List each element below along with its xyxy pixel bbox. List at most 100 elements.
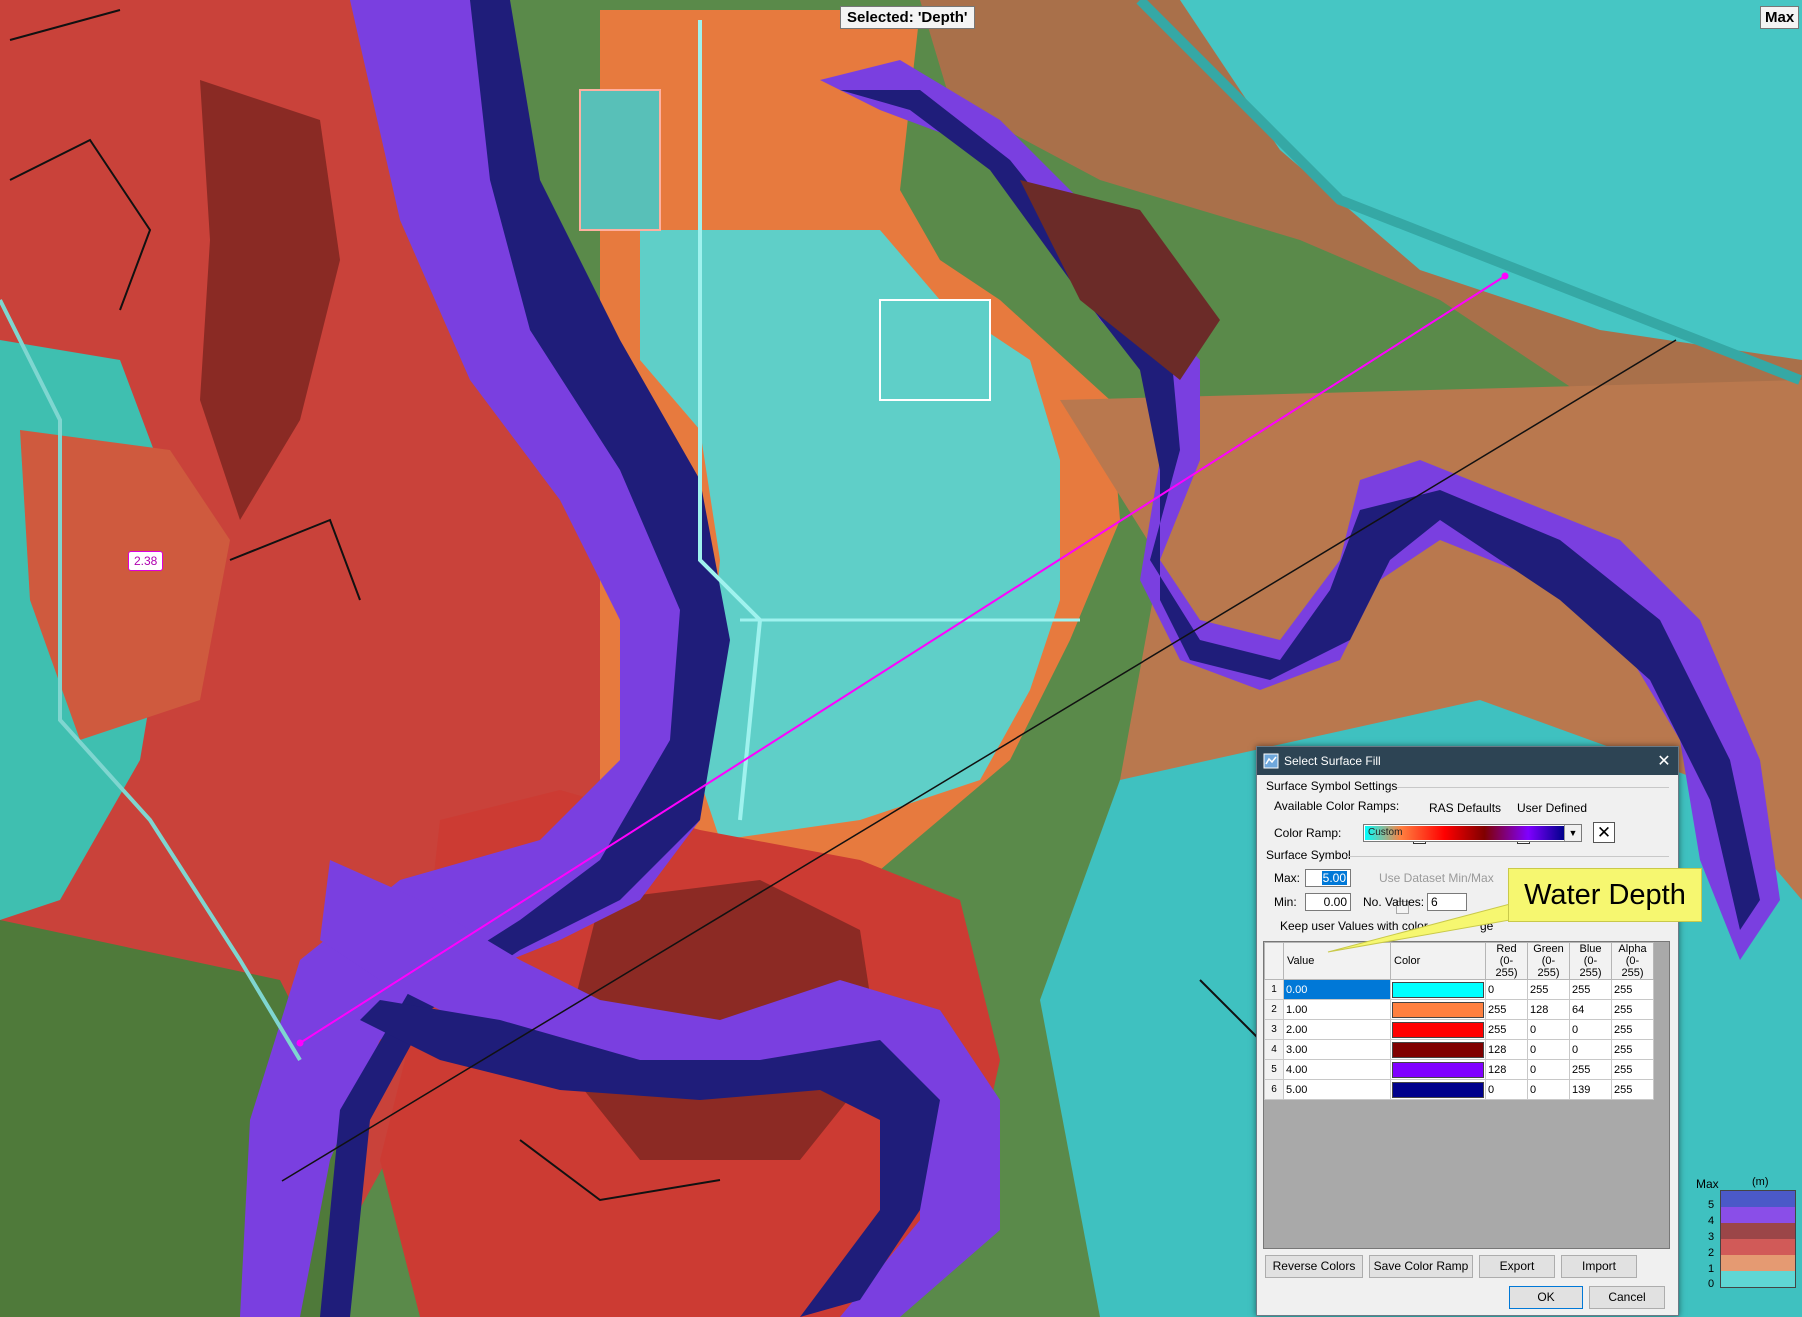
grid-corner (1264, 942, 1284, 980)
legend-band-2 (1721, 1239, 1795, 1255)
color-cell[interactable] (1390, 1019, 1486, 1040)
blue-cell[interactable]: 64 (1569, 999, 1612, 1020)
color-swatch[interactable] (1392, 1001, 1484, 1018)
color-swatch[interactable] (1392, 981, 1484, 998)
row-number: 5 (1264, 1059, 1284, 1080)
color-cell[interactable] (1390, 1059, 1486, 1080)
dialog-titlebar[interactable]: Select Surface Fill ✕ (1257, 747, 1678, 775)
color-swatch[interactable] (1392, 1021, 1484, 1038)
table-row[interactable]: 1 0.00 0 255 255 255 (1264, 979, 1654, 1000)
alpha-cell[interactable]: 255 (1611, 999, 1654, 1020)
color-cell[interactable] (1390, 1039, 1486, 1060)
selected-layer-label: Selected: 'Depth' (840, 6, 975, 29)
color-ramp-label: Color Ramp: (1274, 826, 1342, 840)
red-cell[interactable]: 255 (1485, 1019, 1528, 1040)
legend-tick-4: 4 (1708, 1215, 1715, 1227)
alpha-cell[interactable]: 255 (1611, 979, 1654, 1000)
color-cell[interactable] (1390, 979, 1486, 1000)
table-row[interactable]: 5 4.00 128 0 255 255 (1264, 1059, 1654, 1080)
green-cell[interactable]: 0 (1527, 1039, 1570, 1060)
red-cell[interactable]: 128 (1485, 1059, 1528, 1080)
table-row[interactable]: 2 1.00 255 128 64 255 (1264, 999, 1654, 1020)
legend-band-5 (1721, 1191, 1795, 1207)
dialog-title: Select Surface Fill (1284, 754, 1381, 768)
header-blue: Blue (0-255) (1569, 942, 1612, 980)
alpha-cell[interactable]: 255 (1611, 1039, 1654, 1060)
legend-band-4 (1721, 1207, 1795, 1223)
callout-pointer (1327, 903, 1511, 953)
blue-cell[interactable]: 0 (1569, 1039, 1612, 1060)
legend-tick-1: 1 (1708, 1263, 1715, 1275)
legend-tick-0: 0 (1708, 1278, 1715, 1290)
value-cell[interactable]: 1.00 (1283, 999, 1391, 1020)
color-cell[interactable] (1390, 1079, 1486, 1100)
table-row[interactable]: 6 5.00 0 0 139 255 (1264, 1079, 1654, 1100)
ras-app-icon (1263, 753, 1279, 769)
available-ramps-label: Available Color Ramps: (1274, 799, 1400, 813)
color-swatch[interactable] (1392, 1081, 1484, 1098)
legend-color-bar (1720, 1190, 1796, 1288)
row-number: 6 (1264, 1079, 1284, 1100)
color-cell[interactable] (1390, 999, 1486, 1020)
red-cell[interactable]: 0 (1485, 1079, 1528, 1100)
alpha-cell[interactable]: 255 (1611, 1019, 1654, 1040)
value-cell[interactable]: 4.00 (1283, 1059, 1391, 1080)
max-value-input[interactable]: 5.00 (1305, 869, 1351, 887)
green-cell[interactable]: 0 (1527, 1079, 1570, 1100)
export-button[interactable]: Export (1479, 1255, 1555, 1278)
cancel-button[interactable]: Cancel (1589, 1286, 1665, 1309)
alpha-cell[interactable]: 255 (1611, 1079, 1654, 1100)
green-cell[interactable]: 255 (1527, 979, 1570, 1000)
legend-tick-2: 2 (1708, 1247, 1715, 1259)
import-button[interactable]: Import (1561, 1255, 1637, 1278)
value-cell[interactable]: 5.00 (1283, 1079, 1391, 1100)
close-icon[interactable]: ✕ (1650, 751, 1678, 771)
legend-tick-3: 3 (1708, 1231, 1715, 1243)
header-alpha: Alpha (0-255) (1611, 942, 1654, 980)
red-cell[interactable]: 128 (1485, 1039, 1528, 1060)
legend-title: Max (1696, 1177, 1719, 1191)
green-cell[interactable]: 0 (1527, 1019, 1570, 1040)
ok-button[interactable]: OK (1509, 1286, 1583, 1309)
red-cell[interactable]: 0 (1485, 979, 1528, 1000)
color-swatch[interactable] (1392, 1061, 1484, 1078)
table-row[interactable]: 3 2.00 255 0 0 255 (1264, 1019, 1654, 1040)
value-cell[interactable]: 2.00 (1283, 1019, 1391, 1040)
clear-ramp-icon[interactable]: ✕ (1593, 822, 1615, 843)
max-value-text: 5.00 (1321, 871, 1347, 885)
legend-tick-5: 5 (1708, 1199, 1715, 1211)
color-ramp-select[interactable]: Custom ▼ (1363, 824, 1582, 842)
row-number: 2 (1264, 999, 1284, 1020)
color-values-grid[interactable]: Value Color Red (0-255) Green (0-255) Blue… (1263, 941, 1670, 1249)
header-green: Green (0-255) (1527, 942, 1570, 980)
color-ramp-preview: Custom (1365, 826, 1564, 840)
max-label: Max (1760, 6, 1800, 29)
green-cell[interactable]: 128 (1527, 999, 1570, 1020)
alpha-cell[interactable]: 255 (1611, 1059, 1654, 1080)
min-field-label: Min: (1274, 895, 1297, 909)
legend-unit: (m) (1752, 1176, 1769, 1188)
blue-cell[interactable]: 255 (1569, 979, 1612, 1000)
red-cell[interactable]: 255 (1485, 999, 1528, 1020)
color-swatch[interactable] (1392, 1041, 1484, 1058)
max-field-label: Max: (1274, 871, 1301, 885)
select-surface-fill-dialog: Select Surface Fill ✕ Surface Symbol Set… (1256, 746, 1679, 1316)
row-number: 4 (1264, 1039, 1284, 1060)
symbol-settings-group-label: Surface Symbol Settings (1266, 779, 1398, 793)
water-depth-callout: Water Depth (1508, 868, 1702, 922)
chevron-down-icon[interactable]: ▼ (1564, 825, 1581, 841)
blue-cell[interactable]: 255 (1569, 1059, 1612, 1080)
value-cell[interactable]: 3.00 (1283, 1039, 1391, 1060)
legend-band-3 (1721, 1223, 1795, 1239)
blue-cell[interactable]: 0 (1569, 1019, 1612, 1040)
green-cell[interactable]: 0 (1527, 1059, 1570, 1080)
save-color-ramp-button[interactable]: Save Color Ramp (1369, 1255, 1473, 1278)
blue-cell[interactable]: 139 (1569, 1079, 1612, 1100)
reverse-colors-button[interactable]: Reverse Colors (1265, 1255, 1363, 1278)
table-row[interactable]: 4 3.00 128 0 0 255 (1264, 1039, 1654, 1060)
legend-band-0 (1721, 1271, 1795, 1287)
row-number: 3 (1264, 1019, 1284, 1040)
value-cell[interactable]: 0.00 (1283, 979, 1391, 1000)
use-dataset-minmax-label: Use Dataset Min/Max (1379, 871, 1494, 885)
legend-band-1 (1721, 1255, 1795, 1271)
